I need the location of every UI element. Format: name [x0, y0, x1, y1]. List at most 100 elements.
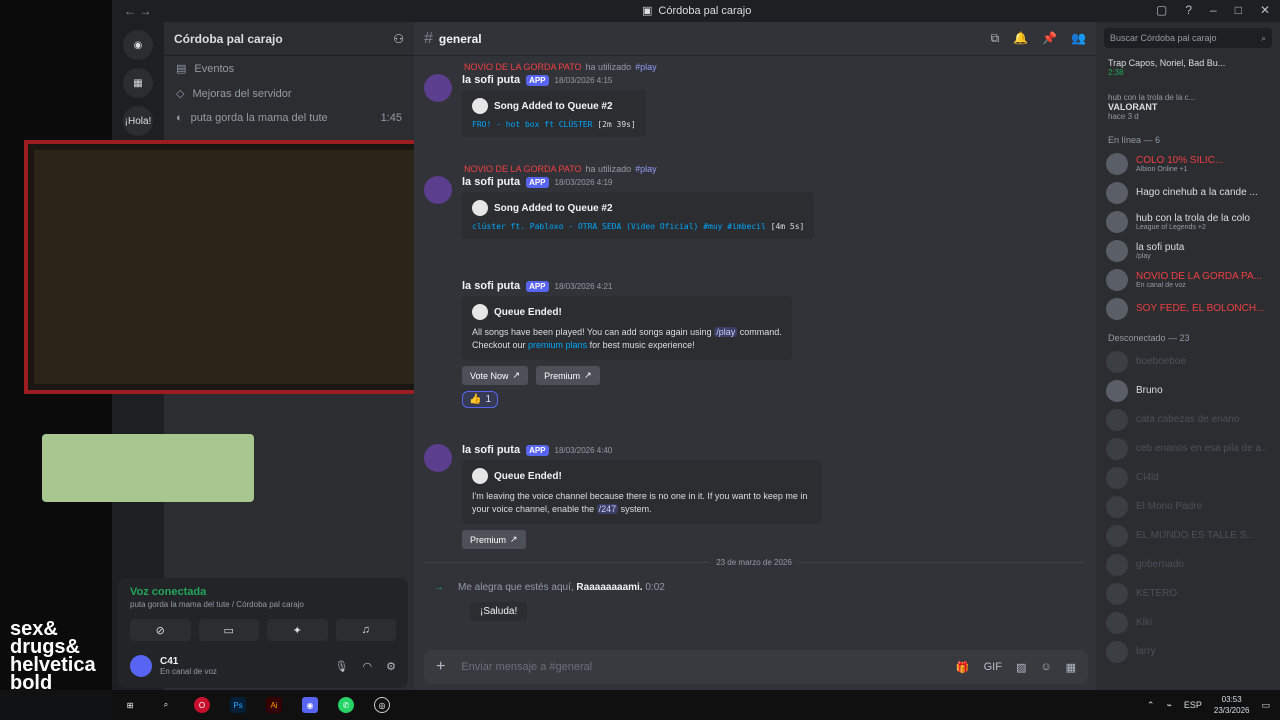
maximize-button[interactable]: □: [1235, 3, 1242, 17]
app-badge: APP: [526, 74, 549, 86]
discord-home-icon[interactable]: ◉: [123, 30, 153, 60]
server-icon[interactable]: ¡Hola!: [123, 106, 153, 136]
inbox-icon[interactable]: ▢: [1156, 3, 1167, 17]
clock[interactable]: 03:53 23/3/2026: [1214, 694, 1250, 716]
language-indicator[interactable]: ESP: [1184, 700, 1202, 710]
plus-icon[interactable]: +: [436, 658, 445, 676]
threads-icon[interactable]: ⧉: [991, 31, 1000, 46]
member-item[interactable]: Hago cinehub a la cande ...: [1096, 178, 1280, 207]
avatar[interactable]: [424, 176, 452, 204]
member-name: ceb enanos en esa pila de a...: [1136, 443, 1266, 454]
author-name[interactable]: la sofi puta: [462, 74, 520, 86]
server-icon[interactable]: ▦: [123, 68, 153, 98]
reaction[interactable]: 👍 1: [462, 391, 499, 408]
premium-button[interactable]: Premium ↗: [536, 366, 600, 385]
wave-button[interactable]: ¡Saluda!: [470, 602, 528, 621]
author-name[interactable]: la sofi puta: [462, 176, 520, 188]
member-item[interactable]: cata cabezas de enano: [1096, 405, 1280, 434]
member-item[interactable]: boeboeboe: [1096, 347, 1280, 376]
channel-boosts[interactable]: ◇ Mejoras del servidor: [164, 81, 414, 106]
vote-now-button[interactable]: Vote Now ↗: [462, 366, 529, 385]
apps-icon[interactable]: ▦: [1066, 661, 1076, 674]
photoshop-icon[interactable]: Ps: [230, 697, 246, 713]
network-icon[interactable]: ⌁: [1166, 700, 1171, 711]
bot-icon: [472, 304, 488, 320]
whatsapp-icon[interactable]: ✆: [338, 697, 354, 713]
avatar[interactable]: [424, 444, 452, 472]
member-item[interactable]: EL MUNDO ES TALLE S...: [1096, 521, 1280, 550]
emoji-icon[interactable]: ☺: [1040, 661, 1051, 674]
notification-icon[interactable]: ▭: [1261, 700, 1270, 711]
voice-channel[interactable]: ◐ puta gorda la mama del tute 1:45: [164, 106, 414, 130]
online-header: En línea — 6: [1108, 135, 1161, 145]
obs-icon[interactable]: ◎: [374, 697, 390, 713]
channel-events[interactable]: ▤ Eventos: [164, 56, 414, 81]
member-item[interactable]: la sofi puta/play: [1096, 236, 1280, 265]
windows-start-icon[interactable]: ⊞: [122, 697, 138, 713]
search-icon[interactable]: ⌕: [158, 697, 174, 713]
member-item[interactable]: COLO 10% SILIC... Albion Online +1: [1096, 149, 1280, 178]
close-button[interactable]: ✕: [1260, 3, 1270, 17]
member-item[interactable]: SOY FEDE, EL BOLONCH...: [1096, 294, 1280, 323]
nav-arrows[interactable]: ← →: [124, 4, 164, 18]
activities-button[interactable]: ✦: [267, 619, 328, 641]
member-item[interactable]: gobernado: [1096, 550, 1280, 579]
add-member-icon[interactable]: ⚇: [393, 32, 404, 46]
premium-link[interactable]: premium plans: [528, 340, 587, 350]
members-icon[interactable]: 👥: [1071, 31, 1086, 46]
gif-icon[interactable]: GIF: [984, 661, 1002, 674]
avatar[interactable]: [130, 655, 152, 677]
bell-icon[interactable]: 🔔: [1013, 31, 1028, 46]
screen-share-button[interactable]: ▭: [198, 619, 259, 641]
camera-button[interactable]: ⊘: [130, 619, 191, 641]
avatar[interactable]: [424, 74, 452, 102]
member-list: Buscar Córdoba pal carajo ⌕ Trap Capos, N…: [1096, 22, 1280, 690]
help-icon[interactable]: ?: [1185, 3, 1192, 17]
member-item[interactable]: ceb enanos en esa pila de a...: [1096, 434, 1280, 463]
tray-chevron-icon[interactable]: ⌃: [1147, 700, 1155, 711]
message-input[interactable]: Enviar mensaje a #general: [461, 661, 592, 673]
minimize-button[interactable]: –: [1210, 3, 1217, 17]
timestamp: 18/03/2026 4:19: [554, 177, 613, 187]
member-name: larry: [1136, 646, 1156, 657]
member-name: hub con la trola de la colo: [1136, 212, 1250, 224]
member-status: /play: [1136, 252, 1151, 260]
timestamp: 18/03/2026 4:40: [554, 445, 613, 455]
member-item[interactable]: Kiki: [1096, 608, 1280, 637]
member-item[interactable]: NOVIO DE LA GORDA PA... En canal de voz: [1096, 265, 1280, 294]
sticker-icon[interactable]: ▨: [1016, 661, 1026, 674]
settings-icon[interactable]: ⚙: [386, 660, 396, 673]
member-item[interactable]: KETERO: [1096, 579, 1280, 608]
message: la sofi puta APP 18/03/2026 4:21 Queue End…: [424, 278, 1084, 408]
author-name[interactable]: la sofi puta: [462, 280, 520, 292]
activity-card[interactable]: hub con la trola de la c... VALORANT hace …: [1096, 89, 1280, 125]
message-composer[interactable]: + Enviar mensaje a #general 🎁 GIF ▨ ☺ ▦: [424, 650, 1088, 684]
mic-icon[interactable]: 🎙: [335, 660, 349, 673]
member-status: Albion Online +1: [1136, 165, 1188, 173]
member-item[interactable]: hub con la trola de la colo League of Leg…: [1096, 207, 1280, 236]
member-item[interactable]: El Mono Padre: [1096, 492, 1280, 521]
soundboard-button[interactable]: ♫: [335, 619, 396, 641]
avatar: [1106, 466, 1128, 489]
illustrator-icon[interactable]: Ai: [266, 697, 282, 713]
gift-icon[interactable]: 🎁: [956, 661, 970, 674]
pin-icon[interactable]: 📌: [1042, 31, 1057, 46]
taskbar: ⊞ ⌕ O Ps Ai ◉ ✆ ◎ ⌃ ⌁ ESP 03:53 23/3/2026…: [112, 690, 1280, 720]
opera-icon[interactable]: O: [194, 697, 210, 713]
discord-icon[interactable]: ◉: [302, 697, 318, 713]
search-input[interactable]: Buscar Córdoba pal carajo ⌕: [1104, 28, 1272, 48]
author-name[interactable]: la sofi puta: [462, 444, 520, 456]
member-item[interactable]: Bruno: [1096, 376, 1280, 405]
reply-line: NOVIO DE LA GORDA PATO ha utilizado #play: [464, 62, 657, 72]
server-header[interactable]: Córdoba pal carajo ⚇: [164, 22, 414, 56]
message: NOVIO DE LA GORDA PATO ha utilizado #play …: [424, 164, 1084, 239]
member-name: Kiki: [1136, 617, 1153, 628]
headphones-icon[interactable]: ◠: [363, 660, 373, 673]
member-item[interactable]: Cl4ld: [1096, 463, 1280, 492]
activity-card[interactable]: Trap Capos, Noriel, Bad Bu... 2:38: [1096, 54, 1280, 81]
member-name: Hago cinehub a la cande ...: [1136, 187, 1258, 198]
avatar: [1106, 210, 1128, 233]
premium-button[interactable]: Premium ↗: [462, 530, 526, 549]
member-item[interactable]: larry: [1096, 637, 1280, 666]
reply-line: NOVIO DE LA GORDA PATO ha utilizado #play: [464, 164, 657, 174]
